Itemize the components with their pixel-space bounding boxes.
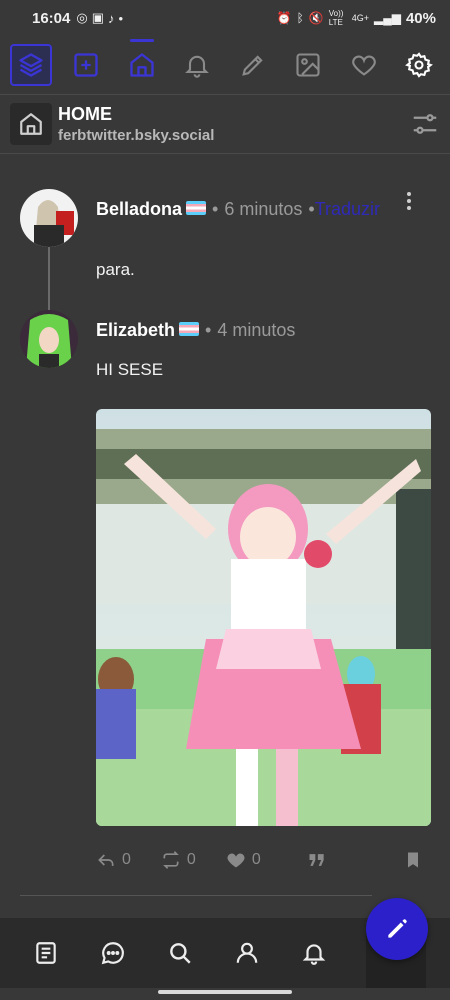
notifications-nav-button[interactable] (292, 931, 336, 975)
avatar[interactable] (20, 310, 78, 368)
more-dot-icon (407, 192, 411, 196)
trans-flag-icon (186, 201, 207, 215)
new-column-button[interactable] (65, 44, 107, 86)
post-header: Elizabeth • 4 minutos (96, 318, 396, 342)
notification-icons: ◎ ▣ ♪ • (76, 10, 123, 26)
column-settings-button[interactable] (410, 109, 440, 139)
translate-link[interactable]: Traduzir (315, 197, 380, 221)
post-time[interactable]: 6 minutos (224, 197, 302, 221)
profile-icon (236, 942, 258, 963)
quote-button[interactable] (307, 850, 327, 870)
search-nav-button[interactable] (158, 931, 202, 975)
status-time: 16:04 (32, 9, 71, 27)
tiktok-icon: ♪ (108, 10, 115, 26)
bluetooth-icon: ᛒ (296, 11, 304, 25)
chat-icon (101, 942, 124, 965)
dot-icon: • (118, 10, 124, 26)
reply-count: 0 (122, 851, 131, 868)
author-name[interactable]: Belladona (96, 197, 182, 221)
anime-dancer-image (96, 409, 431, 826)
more-dot-icon (407, 206, 411, 210)
system-icons: ⏰ ᛒ 🔇 Vo)) LTE 4G+ ▂▄▆ 40% (277, 9, 436, 27)
image-icon (296, 53, 320, 77)
post-time[interactable]: 4 minutos (217, 318, 295, 342)
repost-icon (163, 851, 179, 869)
home-icon (20, 113, 42, 135)
feed-icon (36, 942, 56, 964)
bell-icon (185, 55, 210, 78)
gesture-bar[interactable] (158, 990, 292, 994)
chat-nav-button[interactable] (91, 931, 135, 975)
avatar-image (20, 189, 78, 247)
post-header: Belladona • 6 minutos • Traduzir (96, 197, 396, 221)
post-text: HI SESE (96, 360, 164, 379)
post-media-image[interactable] (96, 409, 431, 826)
reply-button[interactable]: 0 (96, 850, 131, 870)
pencil-icon (388, 919, 407, 938)
column-header: HOME ferbtwitter.bsky.social (0, 94, 450, 154)
bell-icon (302, 944, 326, 965)
post-divider (20, 895, 372, 896)
mute-icon: 🔇 (308, 11, 324, 25)
status-bar: 16:04 ◎ ▣ ♪ • ⏰ ᛒ 🔇 Vo)) LTE 4G+ ▂▄▆ 40% (0, 0, 450, 36)
feeds-nav-button[interactable] (24, 931, 68, 975)
likes-tab-button[interactable] (343, 44, 385, 86)
repost-button[interactable]: 0 (161, 850, 196, 870)
author-name[interactable]: Elizabeth (96, 318, 175, 342)
pencil-icon (241, 55, 263, 76)
column-header-text: HOME ferbtwitter.bsky.social (58, 104, 214, 144)
battery-level: 40% (405, 9, 436, 27)
layers-button[interactable] (10, 44, 52, 86)
repost-count: 0 (186, 851, 196, 868)
home-icon (130, 53, 154, 77)
profile-nav-button[interactable] (225, 931, 269, 975)
volte-label: Vo)) LTE (328, 9, 344, 27)
trans-flag-icon (179, 322, 200, 336)
add-box-icon (74, 53, 99, 77)
settings-button[interactable] (398, 44, 440, 86)
notifications-tab-button[interactable] (176, 44, 218, 86)
more-dot-icon (407, 199, 411, 203)
top-toolbar (0, 36, 450, 94)
avatar[interactable] (20, 189, 78, 247)
column-title: HOME (58, 104, 112, 124)
meta-separator: • (205, 320, 212, 340)
heart-icon (351, 55, 376, 76)
search-icon (170, 943, 191, 964)
settings-icon (405, 52, 433, 78)
column-icon-tile (10, 103, 52, 145)
bookmark-icon (408, 852, 418, 868)
reply-icon (98, 854, 114, 866)
column-account: ferbtwitter.bsky.social (58, 127, 215, 144)
media-tab-button[interactable] (287, 44, 329, 86)
sliders-icon (413, 114, 437, 134)
network-label: 4G+ (351, 13, 369, 23)
signal-icon: ▂▄▆ (374, 11, 401, 25)
home-tab-button[interactable] (121, 39, 163, 86)
post-actions: 0 0 0 (96, 846, 431, 874)
whatsapp-icon: ◎ (76, 10, 88, 25)
like-button[interactable]: 0 (226, 850, 261, 870)
post-more-button[interactable] (404, 192, 414, 210)
bookmark-button[interactable] (403, 850, 423, 870)
post-text: para. (96, 260, 135, 279)
like-count: 0 (251, 851, 261, 868)
heart-icon (227, 853, 245, 868)
layers-icon (19, 53, 43, 77)
avatar-image (20, 310, 78, 368)
twitch-icon: ▣ (91, 10, 105, 25)
app-screen: 16:04 ◎ ▣ ♪ • ⏰ ᛒ 🔇 Vo)) LTE 4G+ ▂▄▆ 40% (0, 0, 450, 1000)
compose-tab-button[interactable] (232, 44, 274, 86)
quote-icon (309, 854, 324, 866)
compose-fab-button[interactable] (366, 898, 428, 960)
alarm-icon: ⏰ (276, 11, 292, 25)
meta-separator: • (212, 199, 219, 219)
